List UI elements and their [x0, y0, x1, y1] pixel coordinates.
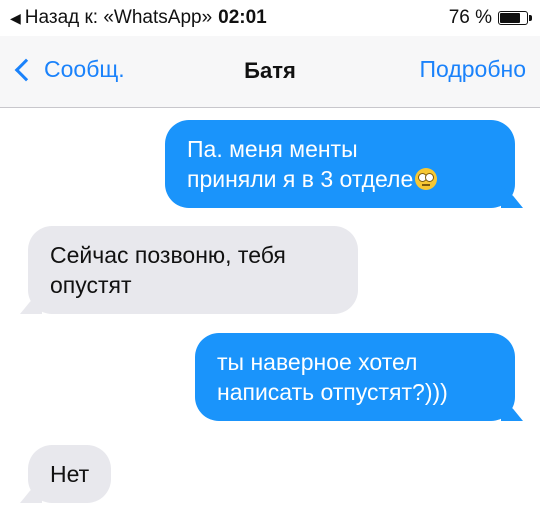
- bubble-tail: [501, 399, 523, 421]
- bubble-tail: [20, 481, 42, 503]
- back-to-app[interactable]: ◀ Назад к: «WhatsApp» 02:01: [10, 7, 267, 29]
- message-text-line: написать отпустят?))): [217, 379, 448, 405]
- message-text-line: ты наверное хотел: [217, 349, 418, 375]
- status-bar: ◀ Назад к: «WhatsApp» 02:01 76 %: [0, 0, 540, 36]
- message-list: Па. меня менты приняли я в 3 отделе Сейч…: [0, 108, 540, 515]
- rolling-eyes-emoji-icon: [415, 168, 438, 190]
- bubble-tail: [501, 186, 523, 208]
- message-text-line: Па. меня менты: [187, 136, 358, 162]
- battery-percentage: 76 %: [448, 7, 492, 28]
- bubble-tail: [20, 292, 42, 314]
- message-bubble-incoming[interactable]: Сейчас позвоню, тебя опустят: [20, 226, 358, 314]
- back-to-app-label: Назад к: «WhatsApp»: [24, 7, 213, 28]
- back-triangle-icon: ◀: [10, 9, 21, 26]
- message-bubble-incoming[interactable]: Нет: [20, 445, 112, 503]
- message-text-line: Нет: [50, 461, 90, 487]
- battery-tip: [529, 15, 532, 21]
- battery-status: 76 %: [448, 7, 532, 29]
- message-text-line: опустят: [50, 272, 132, 298]
- message-text-line: Сейчас позвоню, тебя: [50, 242, 286, 268]
- battery-icon: [498, 11, 532, 25]
- message-text-fragment: приняли я в 3 отделе: [187, 166, 414, 192]
- message-bubble-outgoing[interactable]: ты наверное хотел написать отпустят?))): [195, 333, 523, 421]
- navigation-bar: Сообщ. Батя Подробно: [0, 36, 540, 108]
- clock: 02:01: [218, 7, 267, 28]
- battery-level: [500, 13, 520, 23]
- message-bubble-outgoing[interactable]: Па. меня менты приняли я в 3 отделе: [165, 120, 523, 208]
- details-button[interactable]: Подробно: [420, 56, 527, 83]
- message-text-line: приняли я в 3 отделе: [187, 164, 493, 194]
